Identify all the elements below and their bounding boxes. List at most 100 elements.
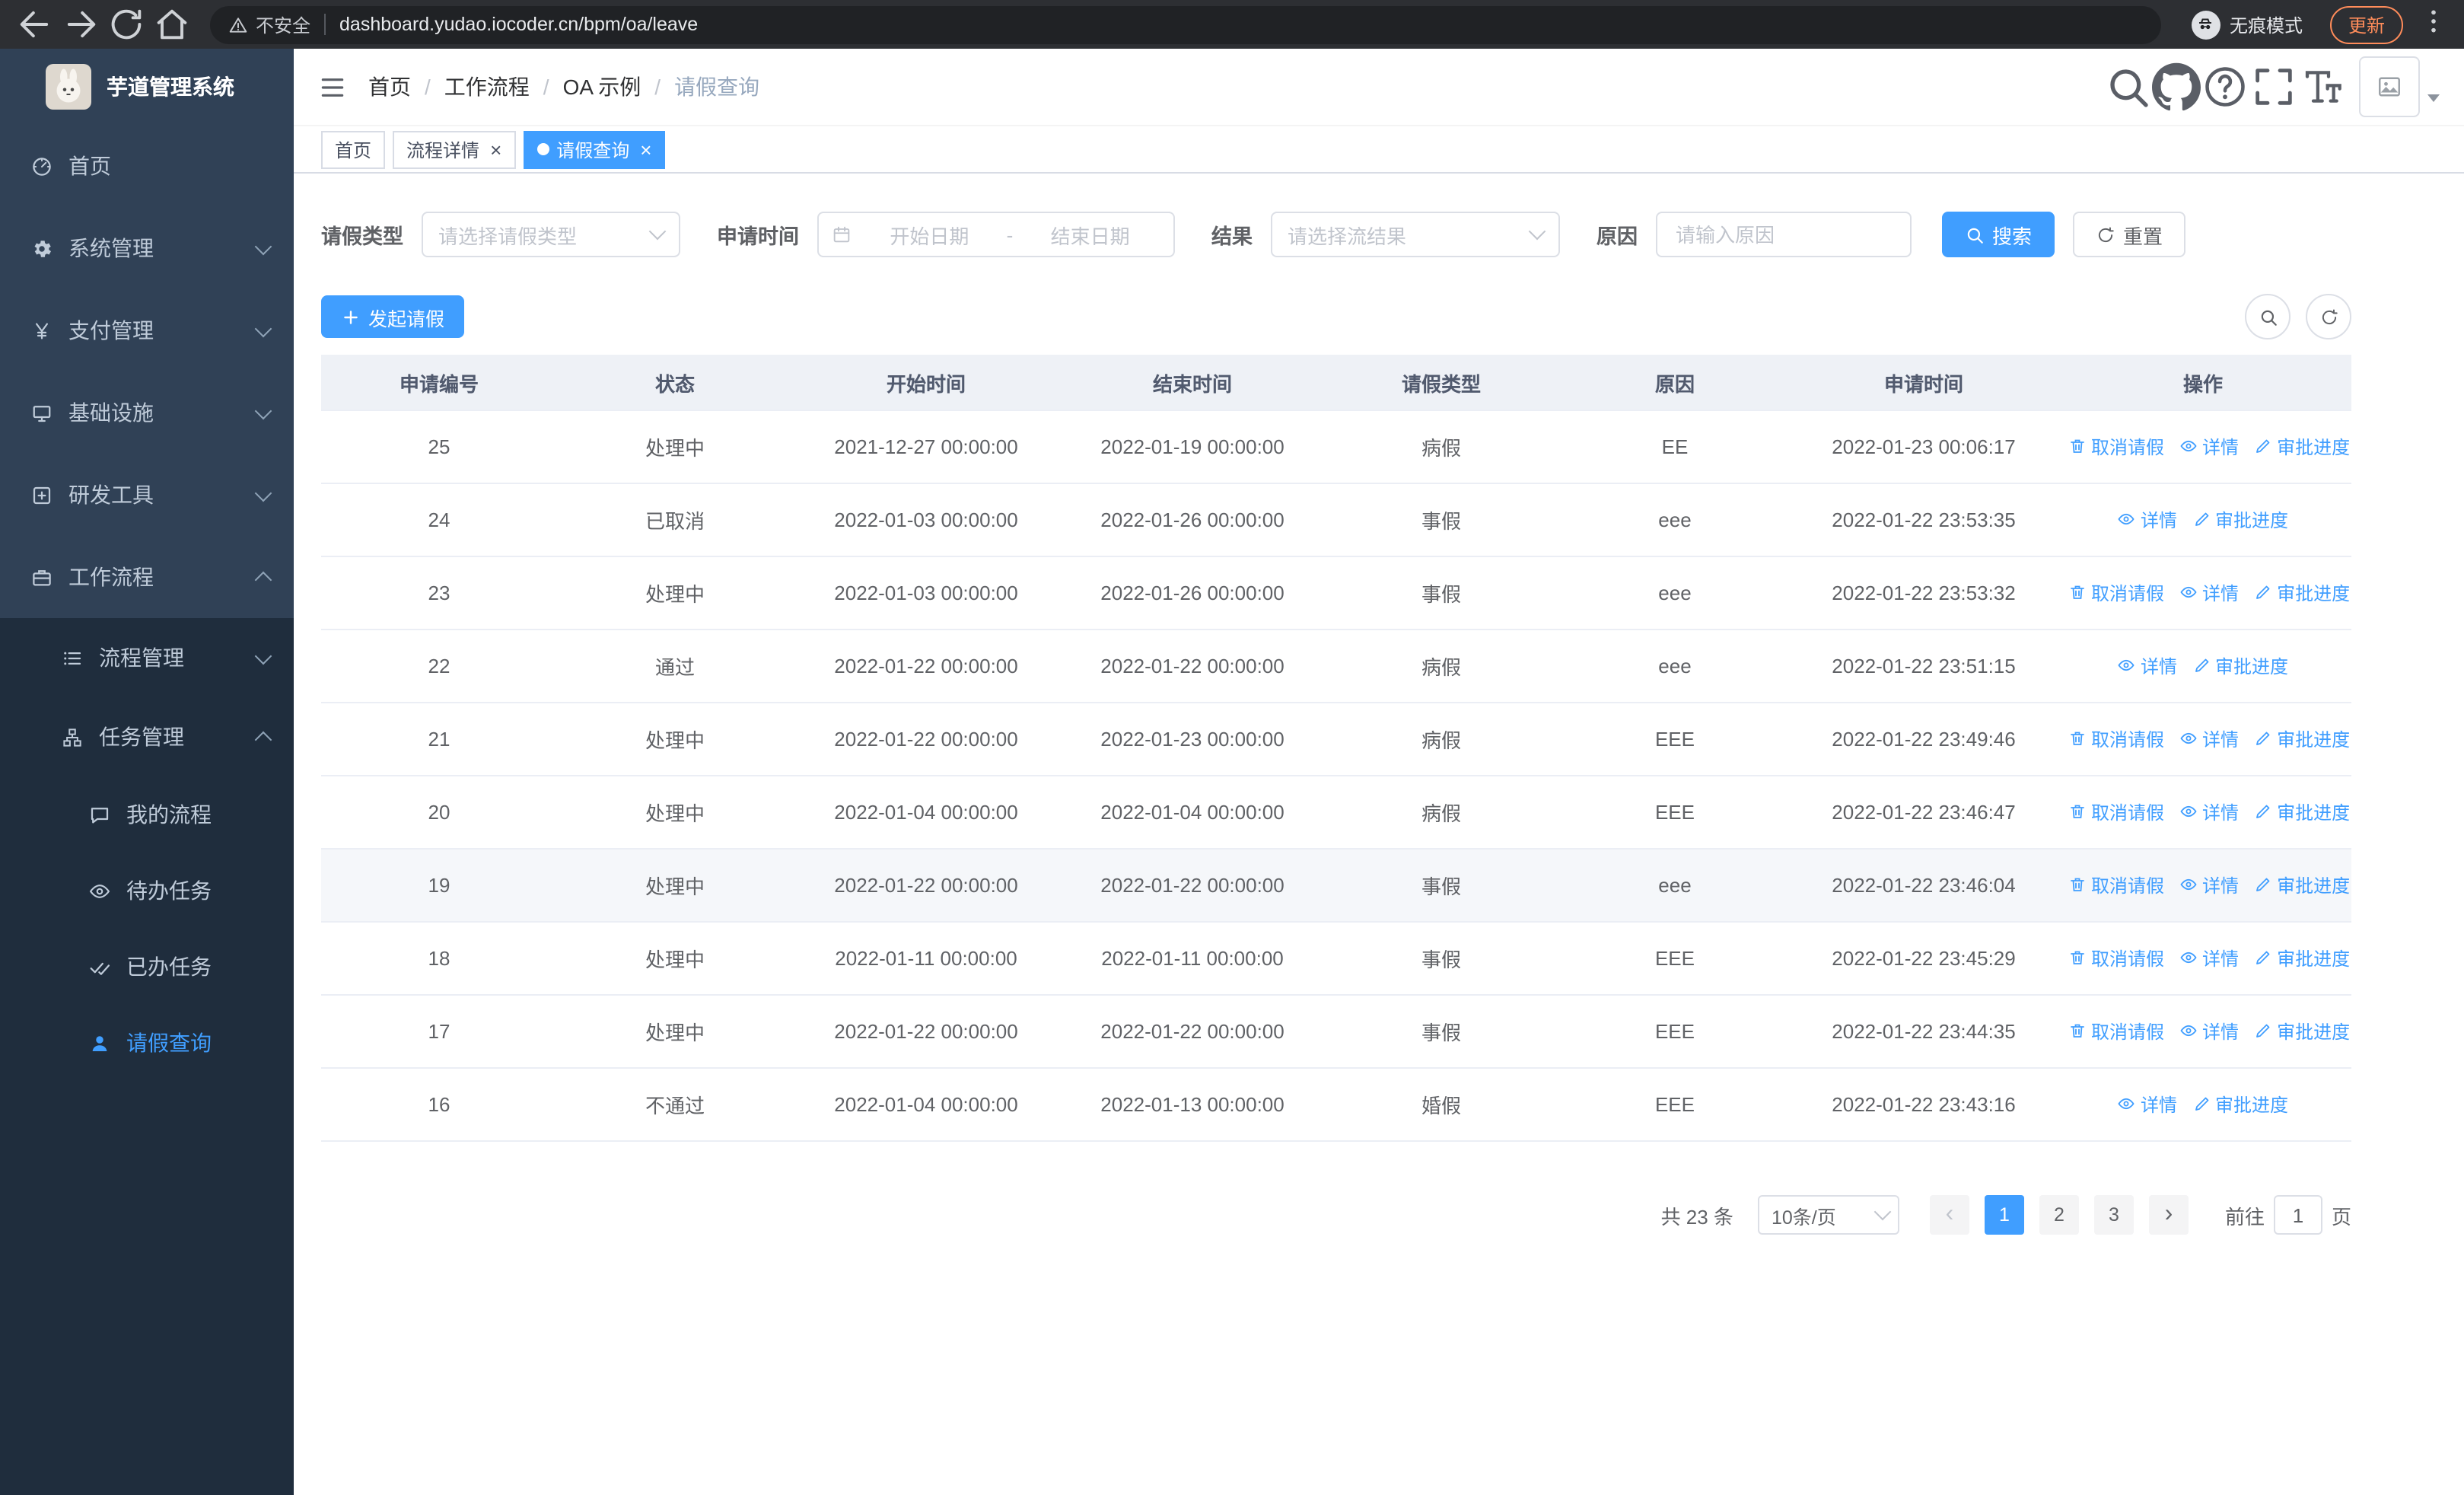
sidebar-item-11[interactable]: 请假查询: [0, 1005, 294, 1081]
progress-link[interactable]: 审批进度: [2254, 434, 2350, 460]
close-icon[interactable]: ×: [490, 139, 501, 159]
detail-link[interactable]: 详情: [2179, 1018, 2239, 1044]
date-range-picker[interactable]: 开始日期 - 结束日期: [817, 212, 1175, 257]
github-icon[interactable]: [2152, 62, 2201, 111]
main-area: 首页 / 工作流程 / OA 示例 / 请假查询 首页 流程详情 × 请假查询 ×: [294, 49, 2464, 1495]
reason-input[interactable]: [1656, 212, 1912, 257]
page-button-2[interactable]: 2: [2039, 1195, 2079, 1235]
hamburger-icon[interactable]: [318, 72, 347, 101]
close-icon[interactable]: ×: [640, 139, 651, 159]
detail-link[interactable]: 详情: [2118, 507, 2177, 533]
progress-link[interactable]: 审批进度: [2254, 726, 2350, 752]
progress-link[interactable]: 审批进度: [2254, 1018, 2350, 1044]
sidebar-logo-row[interactable]: 芋道管理系统: [0, 49, 294, 125]
sidebar-item-1[interactable]: 系统管理: [0, 207, 294, 289]
sidebar-item-10[interactable]: 已办任务: [0, 929, 294, 1005]
sidebar-item-6[interactable]: 流程管理: [0, 618, 294, 697]
progress-label: 审批进度: [2277, 1021, 2351, 1043]
detail-link[interactable]: 详情: [2179, 945, 2239, 971]
detail-link[interactable]: 详情: [2179, 799, 2239, 825]
detail-link[interactable]: 详情: [2118, 1092, 2177, 1117]
page-size-select[interactable]: 10条/页: [1757, 1195, 1899, 1235]
sidebar-item-5[interactable]: 工作流程: [0, 536, 294, 618]
leave-type-select[interactable]: 请选择请假类型: [422, 212, 680, 257]
cancel-link[interactable]: 取消请假: [2068, 799, 2164, 825]
breadcrumb-item[interactable]: 工作流程: [444, 72, 530, 102]
sidebar-item-label: 请假查询: [126, 1031, 212, 1055]
breadcrumb-item[interactable]: OA 示例: [563, 72, 641, 102]
sidebar-item-0[interactable]: 首页: [0, 125, 294, 207]
search-icon[interactable]: [2103, 62, 2152, 111]
detail-link[interactable]: 详情: [2179, 726, 2239, 752]
browser-home-button[interactable]: [152, 5, 192, 44]
navbar-actions: [2103, 56, 2440, 117]
tab-0[interactable]: 首页: [321, 130, 386, 168]
detail-label: 详情: [2202, 728, 2240, 751]
prev-page-button[interactable]: ‹: [1929, 1195, 1969, 1235]
progress-link[interactable]: 审批进度: [2254, 872, 2350, 898]
breadcrumb-item[interactable]: 首页: [368, 72, 411, 102]
browser-update-button[interactable]: 更新: [2329, 5, 2403, 43]
sidebar: 芋道管理系统 首页 系统管理 支付管理 基础设施 研发工具 工作流程流程管理任务管理我的流…: [0, 49, 294, 1495]
cancel-link[interactable]: 取消请假: [2068, 580, 2164, 606]
detail-link[interactable]: 详情: [2179, 872, 2239, 898]
sidebar-item-3[interactable]: 基础设施: [0, 371, 294, 454]
sidebar-item-8[interactable]: 我的流程: [0, 776, 294, 853]
detail-link[interactable]: 详情: [2179, 580, 2239, 606]
progress-link[interactable]: 审批进度: [2254, 580, 2350, 606]
cancel-link[interactable]: 取消请假: [2068, 945, 2164, 971]
help-icon[interactable]: [2201, 62, 2249, 111]
cell-type: 事假: [1326, 922, 1557, 996]
sidebar-item-7[interactable]: 任务管理: [0, 697, 294, 776]
cancel-link[interactable]: 取消请假: [2068, 872, 2164, 898]
sidebar-item-label: 流程管理: [99, 645, 184, 670]
cell-reason: eee: [1557, 849, 1793, 923]
cancel-link[interactable]: 取消请假: [2068, 726, 2164, 752]
security-warning[interactable]: 不安全: [228, 11, 310, 37]
fullscreen-icon[interactable]: [2249, 62, 2298, 111]
start-date-placeholder[interactable]: 开始日期: [858, 220, 1001, 249]
browser-reload-button[interactable]: [107, 5, 146, 44]
cell-end: 2022-01-26 00:00:00: [1059, 556, 1326, 630]
page-button-3[interactable]: 3: [2093, 1195, 2134, 1235]
progress-link[interactable]: 审批进度: [2192, 1092, 2288, 1117]
progress-link[interactable]: 审批进度: [2254, 799, 2350, 825]
sidebar-item-2[interactable]: 支付管理: [0, 289, 294, 371]
tab-1[interactable]: 流程详情 ×: [393, 130, 516, 168]
browser-forward-button[interactable]: [61, 5, 100, 44]
sidebar-item-4[interactable]: 研发工具: [0, 454, 294, 536]
avatar[interactable]: [2359, 56, 2420, 117]
sidebar-item-9[interactable]: 待办任务: [0, 853, 294, 929]
address-bar[interactable]: 不安全 dashboard.yudao.iocoder.cn/bpm/oa/le…: [210, 5, 2176, 64]
app-logo: [46, 64, 91, 110]
font-size-icon[interactable]: [2298, 62, 2347, 111]
result-select[interactable]: 请选择流结果: [1271, 212, 1560, 257]
chevron-down-icon: [254, 319, 272, 337]
detail-link[interactable]: 详情: [2118, 653, 2177, 679]
cancel-link[interactable]: 取消请假: [2068, 1018, 2164, 1044]
end-date-placeholder[interactable]: 结束日期: [1019, 220, 1161, 249]
sidebar-item-label: 我的流程: [126, 802, 212, 827]
search-button[interactable]: 搜索: [1942, 212, 2055, 257]
progress-link[interactable]: 审批进度: [2192, 653, 2288, 679]
user-menu[interactable]: [2359, 56, 2440, 117]
url-text[interactable]: dashboard.yudao.iocoder.cn/bpm/oa/leave: [339, 14, 2131, 35]
cell-applied: 2022-01-22 23:49:46: [1793, 703, 2055, 776]
progress-link[interactable]: 审批进度: [2254, 945, 2350, 971]
detail-link[interactable]: 详情: [2179, 434, 2239, 460]
create-leave-button[interactable]: 发起请假: [321, 295, 465, 338]
next-page-button[interactable]: ›: [2148, 1195, 2189, 1235]
browser-back-button[interactable]: [15, 5, 55, 44]
table-row: 19 处理中 2022-01-22 00:00:00 2022-01-22 00:00…: [321, 849, 2351, 923]
progress-link[interactable]: 审批进度: [2192, 507, 2288, 533]
incognito-badge: 无痕模式: [2191, 10, 2303, 39]
cancel-link[interactable]: 取消请假: [2068, 434, 2164, 460]
toggle-search-button[interactable]: [2245, 294, 2291, 339]
browser-menu-icon[interactable]: [2418, 6, 2449, 43]
goto-page-input[interactable]: [2273, 1195, 2322, 1235]
reset-button[interactable]: 重置: [2073, 212, 2186, 257]
tab-2[interactable]: 请假查询 ×: [523, 130, 666, 168]
table-row: 21 处理中 2022-01-22 00:00:00 2022-01-23 00:00…: [321, 703, 2351, 776]
refresh-table-button[interactable]: [2306, 294, 2351, 339]
page-button-1[interactable]: 1: [1984, 1195, 2024, 1235]
